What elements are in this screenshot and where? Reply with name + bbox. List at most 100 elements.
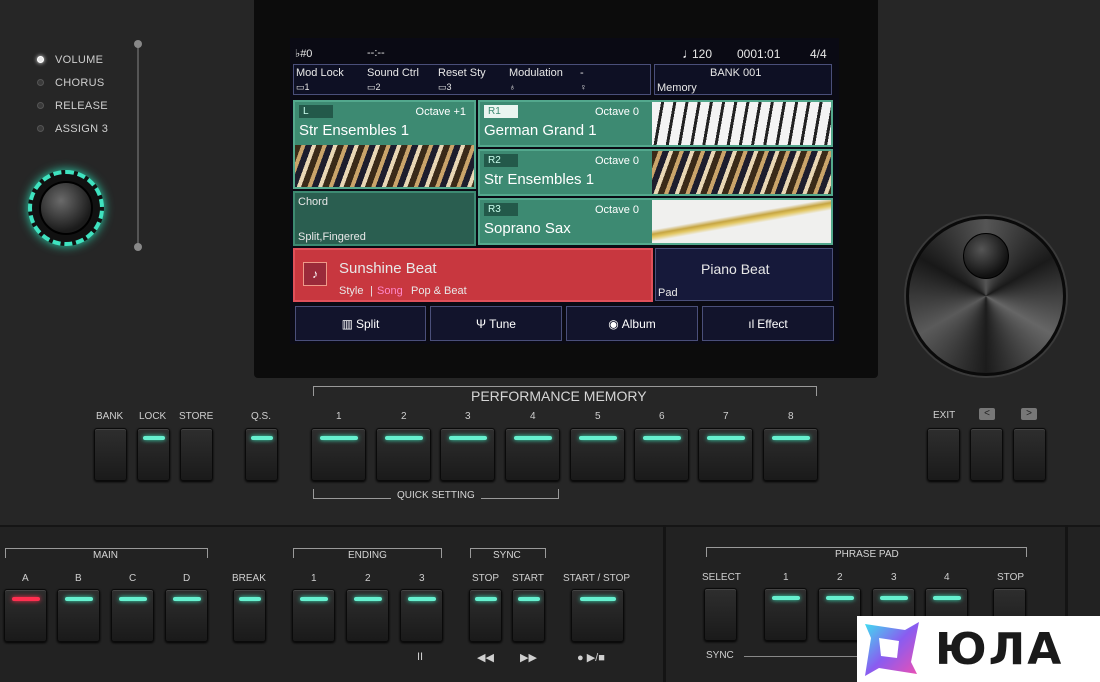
ending-1-button[interactable] <box>292 589 335 642</box>
sync-stop-button[interactable] <box>469 589 502 642</box>
strings-photo <box>295 145 474 187</box>
control-sub-2: ▭2 <box>367 82 381 92</box>
data-dial-grip[interactable] <box>963 233 1009 279</box>
pm-led-5 <box>578 436 617 440</box>
control-label-4[interactable]: Modulation <box>509 67 563 79</box>
exit-button[interactable] <box>927 428 960 481</box>
control-label-2[interactable]: Sound Ctrl <box>367 67 419 79</box>
style-sep: | <box>370 285 373 297</box>
break-button[interactable] <box>233 589 266 642</box>
main-c-button[interactable] <box>111 589 154 642</box>
ending-3-button[interactable] <box>400 589 443 642</box>
style-mode-song: Song <box>377 285 403 297</box>
right1-part-panel[interactable]: R1 Octave 0 German Grand 1 <box>478 100 833 147</box>
ending-1-led <box>299 597 328 601</box>
control-label-1[interactable]: Mod Lock <box>296 67 344 79</box>
start-stop-led <box>579 597 616 601</box>
performance-memory-4[interactable] <box>505 428 560 481</box>
phrase-sync-line <box>744 656 864 657</box>
tune-button[interactable]: Ψ Tune <box>430 306 562 341</box>
performance-memory-2[interactable] <box>376 428 431 481</box>
performance-memory-6[interactable] <box>634 428 689 481</box>
pm-led-6 <box>642 436 681 440</box>
ending-3-led <box>407 597 436 601</box>
phrase-select-label: SELECT <box>702 572 741 583</box>
r3-voice-name: Soprano Sax <box>484 220 571 237</box>
bank-button[interactable] <box>94 428 127 481</box>
lock-label: LOCK <box>139 411 167 422</box>
assign-label-chorus: CHORUS <box>55 77 105 89</box>
sync-start-led <box>517 597 540 601</box>
split-label: Split <box>356 316 380 331</box>
effect-button[interactable]: ıl Effect <box>702 306 834 341</box>
main-d-button[interactable] <box>165 589 208 642</box>
brand-logo-text: ЮЛА <box>935 624 1064 675</box>
sync-start-button[interactable] <box>512 589 545 642</box>
phrase-pad-2[interactable] <box>818 588 861 641</box>
start-stop-button[interactable] <box>571 589 624 642</box>
ending-2-led <box>353 597 382 601</box>
part-tag-r3: R3 <box>484 203 518 216</box>
tune-icon: Ψ <box>476 316 487 331</box>
right3-part-panel[interactable]: R3 Octave 0 Soprano Sax <box>478 198 833 245</box>
prev-icon: < <box>979 408 995 420</box>
style-panel[interactable]: ♪ Sunshine Beat Style | Song Pop & Beat <box>293 248 653 302</box>
selector-top-dot <box>134 40 142 48</box>
live-control-knob[interactable] <box>39 181 93 235</box>
performance-memory-8[interactable] <box>763 428 818 481</box>
ending-1-label: 1 <box>311 573 317 584</box>
split-button[interactable]: ▥ Split <box>295 306 426 341</box>
main-a-button[interactable] <box>4 589 47 642</box>
album-label: Album <box>621 316 656 331</box>
pm-num-5: 5 <box>595 411 601 422</box>
control-sub-5: ♀ <box>580 82 587 92</box>
right2-part-panel[interactable]: R2 Octave 0 Str Ensembles 1 <box>478 149 833 196</box>
control-label-3[interactable]: Reset Sty <box>438 67 486 79</box>
song-time: --:-- <box>367 47 385 59</box>
main-b-button[interactable] <box>57 589 100 642</box>
style-icon: ♪ <box>303 262 327 286</box>
piano-beat-sub: Pad <box>658 287 678 299</box>
performance-memory-7[interactable] <box>698 428 753 481</box>
chord-panel[interactable]: Chord Split,Fingered <box>293 191 476 246</box>
album-button[interactable]: ◉ Album <box>566 306 698 341</box>
performance-memory-5[interactable] <box>570 428 625 481</box>
chord-mode: Split,Fingered <box>298 231 366 243</box>
left-part-panel[interactable]: L Octave +1 Str Ensembles 1 <box>293 100 476 189</box>
sync-stop-label: STOP <box>472 573 500 584</box>
control-label-5[interactable]: - <box>580 67 584 79</box>
style-name: Sunshine Beat <box>339 260 437 277</box>
pm-led-1 <box>319 436 358 440</box>
piano-photo <box>652 102 831 145</box>
effect-label: Effect <box>757 316 788 331</box>
play-stop-icon: ● ▶/■ <box>577 652 605 664</box>
bank-sub: Memory <box>657 82 697 94</box>
pm-led-2 <box>384 436 423 440</box>
phrase-1-led <box>771 596 800 600</box>
r1-octave: Octave 0 <box>594 106 639 118</box>
next-button[interactable] <box>1013 428 1046 481</box>
ending-2-button[interactable] <box>346 589 389 642</box>
qs-led <box>250 436 273 440</box>
fast-forward-icon: ▶▶ <box>520 652 537 664</box>
store-button[interactable] <box>180 428 213 481</box>
lock-led <box>142 436 165 440</box>
pm-num-4: 4 <box>530 411 536 422</box>
time-signature: 4/4 <box>810 47 827 61</box>
assign3-indicator <box>37 125 44 132</box>
sync-stop-led <box>474 597 497 601</box>
lock-button[interactable] <box>137 428 170 481</box>
performance-memory-3[interactable] <box>440 428 495 481</box>
phrase-select-button[interactable] <box>704 588 737 641</box>
phrase-pad-1[interactable] <box>764 588 807 641</box>
pause-icon: II <box>417 651 424 663</box>
r2-voice-name: Str Ensembles 1 <box>484 171 595 188</box>
quick-setting-title: QUICK SETTING <box>391 490 481 501</box>
prev-button[interactable] <box>970 428 1003 481</box>
break-led <box>238 597 261 601</box>
lower-divider-1 <box>663 525 666 682</box>
quick-setting-button[interactable] <box>245 428 278 481</box>
start-stop-label: START / STOP <box>563 573 631 584</box>
performance-memory-1[interactable] <box>311 428 366 481</box>
phrase-3-led <box>879 596 908 600</box>
